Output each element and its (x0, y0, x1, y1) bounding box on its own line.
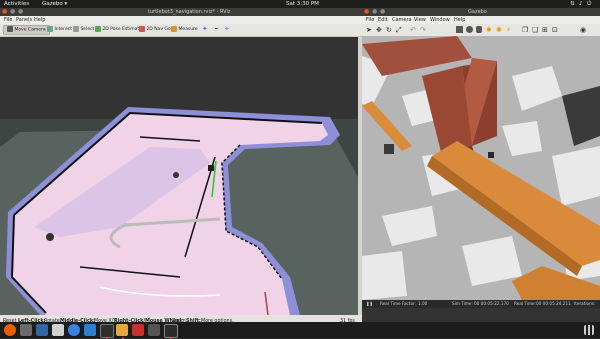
menu-help[interactable]: Help (454, 16, 465, 24)
ruler-icon (171, 25, 177, 32)
measure-label: Measure (178, 27, 198, 32)
menu-file[interactable]: File (366, 16, 374, 24)
tool-options-icon[interactable]: ✣ (222, 25, 232, 35)
sphere-shape-icon[interactable] (466, 26, 473, 33)
copy-icon[interactable]: ❐ (522, 26, 528, 34)
snap-icon[interactable]: ⊡ (552, 26, 558, 34)
close-icon[interactable]: ● (2, 8, 7, 16)
volume-icon[interactable]: ♪ (579, 0, 583, 8)
gazebo-3d-view[interactable] (362, 36, 600, 300)
minimize-icon[interactable]: ● (372, 8, 377, 16)
menu-file[interactable]: File (4, 16, 12, 24)
terminal-icon[interactable] (100, 324, 114, 338)
activities-button[interactable]: Activities (4, 0, 29, 8)
menu-edit[interactable]: Edit (378, 16, 388, 24)
gazebo-toolbar: ➤ ✥ ↻ ⤢ ↶ ↷ ✹ ✺ ⚡ ❐ ❏ ⊞ ⊡ ◉ (362, 24, 600, 36)
redo-icon[interactable]: ↷ (420, 26, 426, 34)
undo-icon[interactable]: ↶ (410, 26, 416, 34)
gazebo-app-icon[interactable] (116, 324, 128, 336)
sim-time-label: Sim Time: (452, 301, 473, 306)
close-icon[interactable]: ● (364, 8, 369, 16)
screenshot-icon[interactable]: ◉ (580, 26, 586, 34)
select-icon (73, 25, 79, 32)
rviz-window: ● ● ● turtlebot3_navigation.rviz* - RViz… (0, 8, 362, 330)
rviz-app-icon[interactable] (164, 324, 178, 338)
app-menu[interactable]: Gazebo ▾ (42, 0, 67, 8)
files-icon[interactable] (20, 324, 32, 336)
real-time-label: Real Time: (514, 301, 537, 306)
translate-icon[interactable]: ✥ (376, 26, 382, 34)
menu-window[interactable]: Window (430, 16, 450, 24)
directional-light-icon[interactable]: ⚡ (506, 26, 511, 34)
gazebo-scene[interactable] (362, 36, 600, 300)
gazebo-status-bar: ❚❚ Real Time Factor: 1.00 Sim Time: 00 0… (362, 300, 600, 308)
iterations-label: Iterations: (574, 301, 596, 306)
rviz-3d-view[interactable] (0, 37, 358, 315)
maximize-icon[interactable]: ● (18, 8, 23, 16)
obstacle-marker (46, 233, 54, 241)
show-applications-icon[interactable] (584, 325, 594, 335)
add-tool-icon[interactable]: ✚ (200, 25, 210, 35)
box-shape-icon[interactable] (456, 26, 463, 33)
menu-help[interactable]: Help (34, 16, 45, 24)
network-icon[interactable]: ⇅ (570, 0, 575, 8)
rviz-window-title: turtlebot3_navigation.rviz* - RViz (148, 9, 231, 15)
gazebo-window-title: Gazebo (468, 9, 487, 15)
spot-light-icon[interactable]: ✺ (496, 26, 502, 34)
app-menu-label: Gazebo (42, 1, 63, 7)
minimize-icon[interactable]: ● (10, 8, 15, 16)
goal-arrow-icon (139, 25, 145, 32)
interact-icon (47, 25, 53, 32)
app-icon[interactable] (132, 324, 144, 336)
obstacle-marker (173, 172, 179, 178)
gazebo-title-bar[interactable]: ● ● ● Gazebo (362, 8, 600, 16)
gazebo-menu-bar: File Edit Camera View Window Help (362, 16, 600, 24)
point-light-icon[interactable]: ✹ (486, 26, 492, 34)
robot-model[interactable] (384, 144, 394, 154)
power-icon[interactable]: ⏻ (587, 0, 591, 8)
rotate-icon[interactable]: ↻ (386, 26, 392, 34)
pause-icon[interactable]: ❚❚ (366, 300, 373, 308)
scale-icon[interactable]: ⤢ (396, 26, 402, 35)
rviz-menu-bar: File Panels Help (0, 16, 362, 24)
move-camera-tool[interactable]: Move Camera (3, 25, 50, 35)
vscode-icon[interactable] (84, 324, 96, 336)
maximize-icon[interactable]: ● (380, 8, 385, 16)
menu-view[interactable]: View (414, 16, 426, 24)
rviz-toolbar: Move Camera Interact Select 2D Pose Esti… (0, 24, 362, 37)
text-editor-icon[interactable] (36, 324, 48, 336)
robot-marker[interactable] (208, 165, 214, 171)
gazebo-window: ● ● ● Gazebo File Edit Camera View Windo… (362, 8, 600, 330)
move-camera-label: Move Camera (14, 27, 46, 33)
app-icon[interactable] (148, 324, 160, 336)
cylinder-shape-icon[interactable] (476, 26, 482, 33)
rtf-label: Real Time Factor: (380, 301, 417, 306)
firefox-icon[interactable] (4, 324, 16, 336)
clock[interactable]: Sat 3:30 PM (286, 0, 319, 8)
help-icon[interactable] (68, 324, 80, 336)
system-top-bar: Activities Gazebo ▾ Sat 3:30 PM ⇅ ♪ ⏻ (0, 0, 600, 8)
select-arrow-icon[interactable]: ➤ (366, 26, 372, 34)
costmap-visualization[interactable] (0, 37, 358, 315)
measure-tool[interactable]: Measure (168, 25, 201, 35)
remove-tool-icon[interactable]: ━ (212, 25, 221, 35)
align-icon[interactable]: ⊞ (542, 26, 548, 34)
rviz-title-bar[interactable]: ● ● ● turtlebot3_navigation.rviz* - RViz (0, 8, 362, 16)
menu-camera[interactable]: Camera (392, 16, 412, 24)
rtf-value: 1.00 (418, 301, 428, 306)
taskbar-dock (0, 322, 600, 339)
real-time-value: 00 00:05:24.211 (536, 301, 571, 306)
paste-icon[interactable]: ❏ (532, 26, 538, 34)
sim-time-value: 00 00:05:22.170 (474, 301, 509, 306)
turtlebot-model[interactable] (488, 152, 494, 158)
pose-arrow-icon (95, 25, 101, 32)
document-icon[interactable] (52, 324, 64, 336)
menu-panels[interactable]: Panels (16, 16, 32, 24)
camera-icon (7, 26, 13, 32)
